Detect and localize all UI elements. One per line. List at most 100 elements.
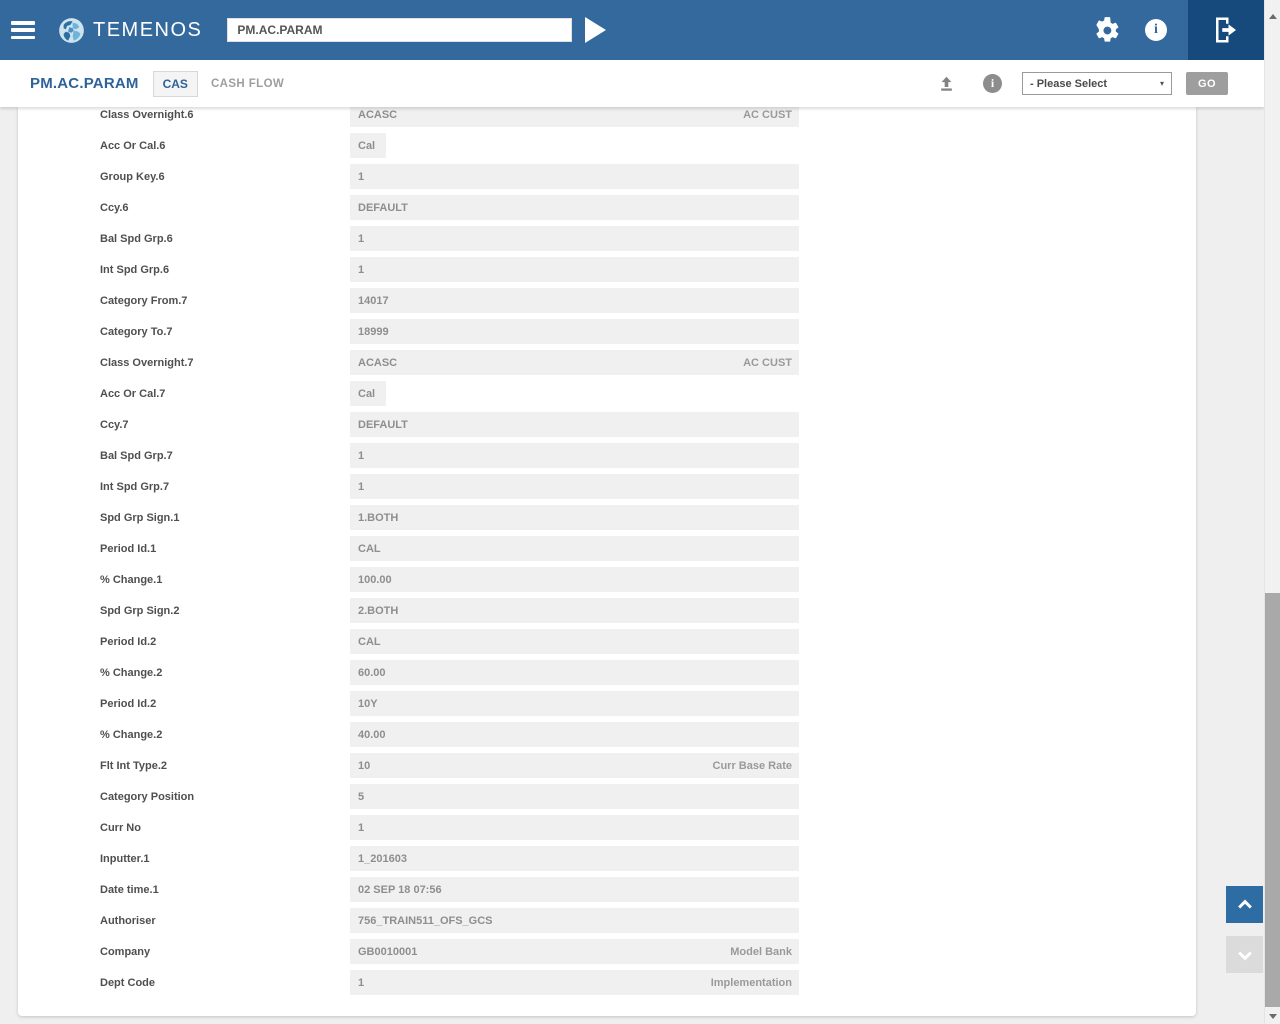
page-scrollbar[interactable] [1264,0,1280,1024]
field-value-box[interactable]: 14017 [350,288,799,313]
field-value-box[interactable]: 5 [350,784,799,809]
info-button[interactable]: i [1145,19,1167,41]
field-value: Cal [358,139,376,152]
field-value-box[interactable]: 02 SEP 18 07:56 [350,877,799,902]
field-value-box[interactable]: 1 [350,474,799,499]
field-value-box[interactable]: 60.00 [350,660,799,685]
chevron-down-icon: ▾ [1159,79,1164,88]
sign-out-button[interactable] [1188,0,1264,60]
form-row: Int Spd Grp.6 1 [18,254,1196,285]
field-value-box[interactable]: DEFAULT [350,195,799,220]
field-label: Bal Spd Grp.6 [100,232,173,245]
field-value-box[interactable]: 1 [350,443,799,468]
chevron-down-icon [1237,950,1252,960]
form-row: Spd Grp Sign.2 2.BOTH [18,595,1196,626]
field-value-box[interactable]: 18999 [350,319,799,344]
form-row: Period Id.2 10Y [18,688,1196,719]
temenos-logo: TEMENOS [58,17,202,44]
form-row: Curr No 1 [18,812,1196,843]
toolbar-info-icon: i [990,76,995,90]
form-row: Dept Code 1 Implementation [18,967,1196,998]
field-value-box[interactable]: 40.00 [350,722,799,747]
field-value-box[interactable]: 10Y [350,691,799,716]
field-value-box[interactable]: 1 [350,164,799,189]
field-value-box[interactable]: DEFAULT [350,412,799,437]
field-value: Cal [358,387,376,400]
field-label: Dept Code [100,976,155,989]
scrollbar-up-arrow-icon[interactable] [1269,14,1277,19]
gear-icon [1096,16,1119,42]
action-select-value: - Please Select [1030,77,1108,90]
field-label: Category From.7 [100,294,188,307]
form-row: % Change.1 100.00 [18,564,1196,595]
chevron-up-icon [1237,899,1252,909]
field-value: 100.00 [358,573,392,586]
field-value-box[interactable]: 1 [350,257,799,282]
page-title: PM.AC.PARAM [30,75,139,92]
form-row: Flt Int Type.2 10 Curr Base Rate [18,750,1196,781]
field-label: Int Spd Grp.7 [100,480,170,493]
form-row: Bal Spd Grp.6 1 [18,223,1196,254]
field-label: Date time.1 [100,883,159,896]
field-value-box[interactable]: ACASC AC CUST [350,107,799,127]
field-enrichment: AC CUST [743,108,792,121]
field-value-box[interactable]: GB0010001 Model Bank [350,939,799,964]
field-value-box[interactable]: 1 Implementation [350,970,799,995]
field-label: % Change.2 [100,728,163,741]
field-value-box[interactable]: 2.BOTH [350,598,799,623]
form-row: Bal Spd Grp.7 1 [18,440,1196,471]
form-row: Company GB0010001 Model Bank [18,936,1196,967]
form-row: Class Overnight.7 ACASC AC CUST [18,347,1196,378]
content-area: Class Overnight.6 ACASC AC CUST Acc Or C… [0,107,1264,1024]
field-value: GB0010001 [358,945,418,958]
hamburger-menu-icon[interactable] [11,21,35,39]
scrollbar-thumb[interactable] [1265,593,1280,1007]
field-value-box[interactable]: 1 [350,226,799,251]
field-value: 1 [358,263,365,276]
tab-cas[interactable]: CAS [152,70,198,97]
form-row: % Change.2 60.00 [18,657,1196,688]
action-select[interactable]: - Please Select ▾ [1022,72,1172,95]
run-command-icon[interactable] [585,17,607,43]
field-label: Acc Or Cal.7 [100,387,166,400]
field-value: 1 [358,449,365,462]
field-value-box[interactable]: 100.00 [350,567,799,592]
field-value: 40.00 [358,728,386,741]
form-row: Period Id.2 CAL [18,626,1196,657]
command-line-input[interactable] [227,18,573,42]
field-value-box[interactable]: 756_TRAIN511_OFS_GCS [350,908,799,933]
field-label: % Change.1 [100,573,163,586]
field-value: ACASC [358,108,398,121]
scroll-to-top-button[interactable] [1226,886,1263,923]
field-value-box[interactable]: CAL [350,536,799,561]
toolbar-info-button[interactable]: i [983,74,1002,93]
field-label: Authoriser [100,914,156,927]
go-button[interactable]: GO [1186,72,1228,95]
brand-name: TEMENOS [93,18,203,41]
form-row: Acc Or Cal.6 Cal [18,130,1196,161]
field-value-box[interactable]: 1_201603 [350,846,799,871]
field-value: CAL [358,635,381,648]
field-value-box[interactable]: 10 Curr Base Rate [350,753,799,778]
form-row: Group Key.6 1 [18,161,1196,192]
form-row: % Change.2 40.00 [18,719,1196,750]
field-value-box[interactable]: 1 [350,815,799,840]
field-value-box[interactable]: 1.BOTH [350,505,799,530]
scrollbar-down-arrow-icon[interactable] [1269,1014,1277,1019]
field-value-box[interactable]: Cal [350,381,386,406]
field-value: CAL [358,542,381,555]
form-row: Inputter.1 1_201603 [18,843,1196,874]
field-value-box[interactable]: ACASC AC CUST [350,350,799,375]
field-label: % Change.2 [100,666,163,679]
info-icon: i [1154,22,1158,37]
field-value-box[interactable]: CAL [350,629,799,654]
record-card: Class Overnight.6 ACASC AC CUST Acc Or C… [18,107,1196,1016]
field-value-box[interactable]: Cal [350,133,386,158]
field-label: Ccy.7 [100,418,129,431]
field-value: 14017 [358,294,389,307]
settings-button[interactable] [1094,16,1121,44]
field-label: Class Overnight.6 [100,108,194,121]
scroll-to-bottom-button[interactable] [1226,936,1263,973]
field-value: 10Y [358,697,378,710]
upload-icon[interactable] [938,74,955,93]
